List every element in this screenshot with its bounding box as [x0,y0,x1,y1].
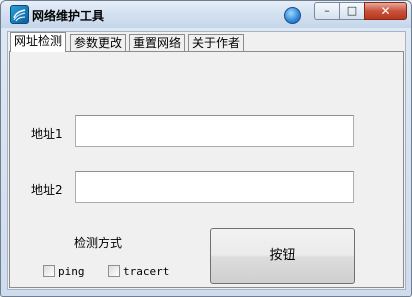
address1-input[interactable] [75,115,354,147]
tab-about-author[interactable]: 关于作者 [188,34,245,51]
method-label: 检测方式 [74,236,123,250]
action-button-label: 按钮 [269,248,296,263]
address2-input[interactable] [75,171,354,203]
tab-label: 网址检测 [14,34,63,48]
client-area: 网址检测 参数更改 重置网络 关于作者 地址1 地址2 检测方式 ping tr… [7,31,406,290]
action-button[interactable]: 按钮 [210,228,355,284]
address1-label: 地址1 [31,127,63,141]
globe-icon[interactable] [284,7,301,24]
tab-label: 关于作者 [192,36,241,50]
title-bar[interactable]: 网络维护工具 – □ ✕ [1,1,411,28]
tab-label: 重置网络 [133,36,182,50]
maximize-button[interactable]: □ [339,2,365,20]
tab-label: 参数更改 [74,36,123,50]
app-logo-icon [10,5,29,24]
minimize-icon: – [324,4,330,17]
ping-checkbox[interactable] [43,265,55,277]
tracert-checkbox[interactable] [108,265,120,277]
close-icon: ✕ [380,4,391,18]
tab-reset-network[interactable]: 重置网络 [129,34,186,51]
app-window: 网络维护工具 – □ ✕ 网址检测 参数更改 重置网络 关于作者 地址1 地址2… [0,0,412,297]
tracert-label: tracert [123,265,170,278]
maximize-icon: □ [346,4,358,17]
minimize-button[interactable]: – [314,2,340,20]
close-button[interactable]: ✕ [364,2,407,20]
address2-label: 地址2 [31,183,63,197]
tab-url-check[interactable]: 网址检测 [10,32,67,52]
window-title: 网络维护工具 [32,9,105,23]
tab-param-change[interactable]: 参数更改 [70,34,127,51]
ping-label: ping [58,265,85,278]
tab-panel-url-check: 地址1 地址2 检测方式 ping tracert 按钮 [9,51,404,288]
